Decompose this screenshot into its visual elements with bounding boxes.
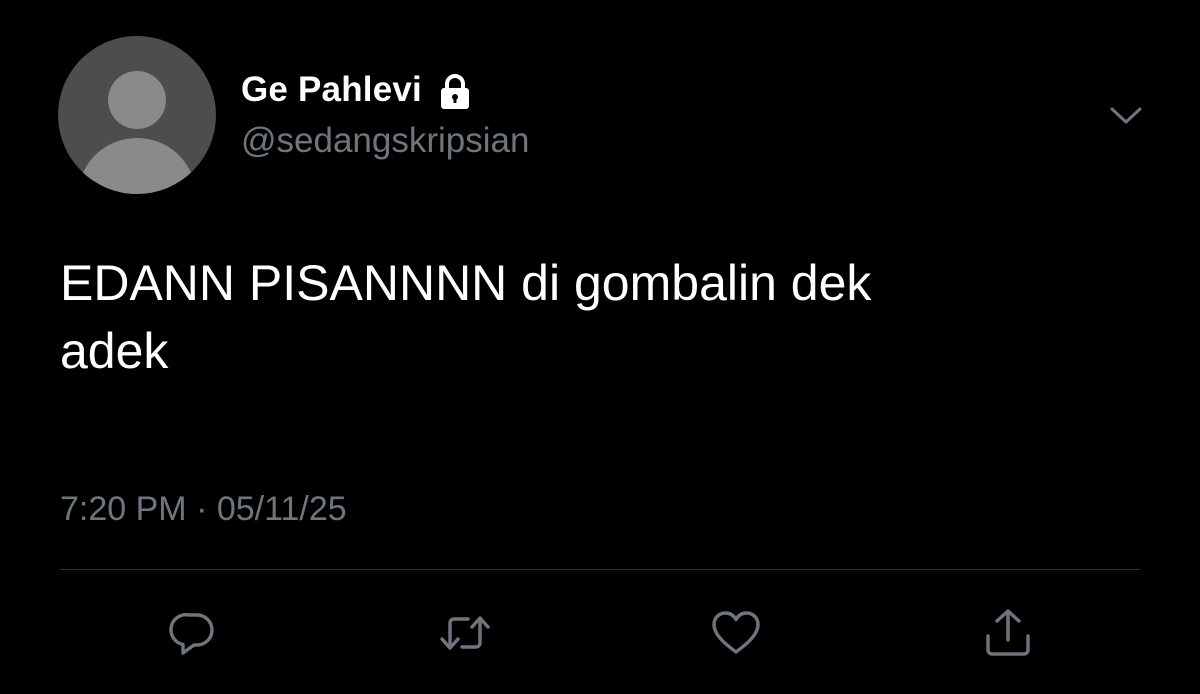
like-button[interactable] <box>708 605 764 661</box>
tweet-text: EDANN PISANNNN di gombalin dek adek <box>60 255 872 379</box>
retweet-button[interactable] <box>437 605 493 661</box>
divider <box>60 569 1140 570</box>
tweet-card: Ge Pahlevi @sedangskripsian EDANN PISANN… <box>0 0 1200 694</box>
timestamp-separator: · <box>196 490 208 528</box>
tweet-date: 05/11/25 <box>216 490 347 528</box>
lock-icon <box>435 72 475 112</box>
author-info: Ge Pahlevi @sedangskripsian <box>241 66 529 164</box>
display-name[interactable]: Ge Pahlevi <box>241 66 422 114</box>
tweet-timestamp[interactable]: 7:20 PM · 05/11/25 <box>60 482 347 536</box>
share-button[interactable] <box>980 605 1036 661</box>
user-handle[interactable]: @sedangskripsian <box>241 118 529 164</box>
heart-icon <box>712 611 760 654</box>
default-avatar-icon <box>78 71 196 194</box>
tweet-time: 7:20 PM <box>60 490 187 528</box>
avatar[interactable] <box>58 36 216 194</box>
reply-button[interactable] <box>165 605 221 661</box>
chevron-down-icon[interactable] <box>1108 100 1144 130</box>
name-row: Ge Pahlevi <box>241 66 529 114</box>
share-icon <box>986 609 1030 656</box>
comment-icon <box>169 613 214 655</box>
retweet-icon <box>440 616 490 650</box>
